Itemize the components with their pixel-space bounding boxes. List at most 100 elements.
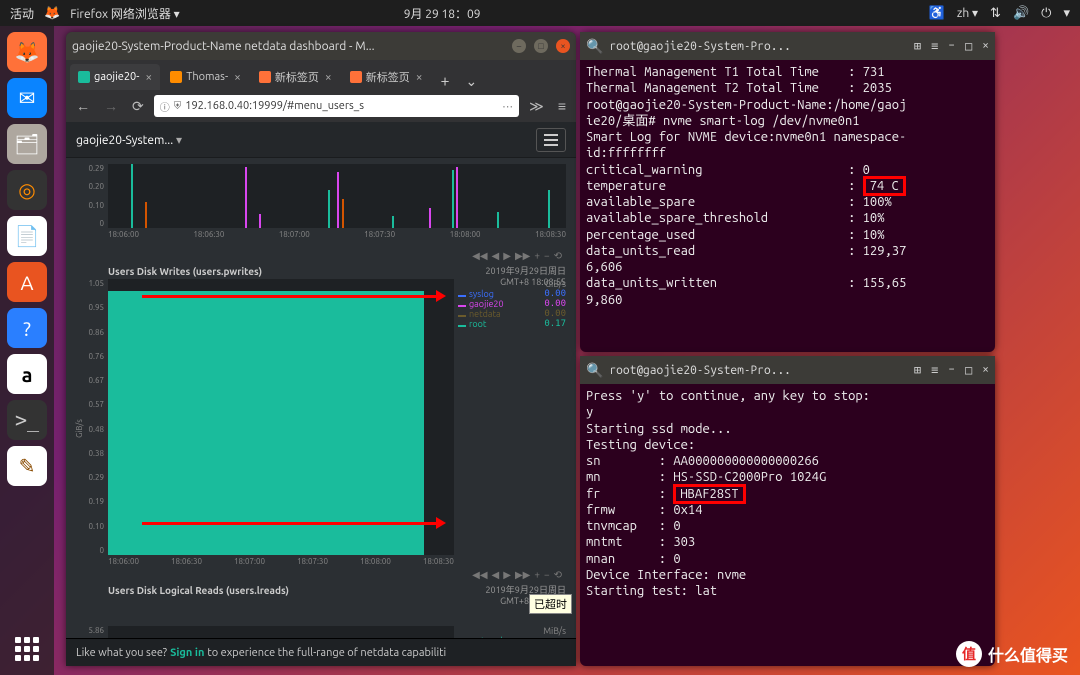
control-reset[interactable]: ⟲ [554,250,562,262]
terminal-line: Device Interface: nvme [586,567,989,583]
plot-area[interactable] [108,279,454,555]
dock-rhythmbox[interactable]: ◎ [7,170,47,210]
spike [497,212,499,228]
menu-icon[interactable]: ≡ [931,363,938,377]
control-ffwd[interactable]: ▶▶ [515,569,530,581]
url-bar[interactable]: ⓘ ⛨ 192.168.0.40:19999/#menu_users_s ⋯ [154,95,519,117]
signin-link[interactable]: Sign in [170,647,204,659]
search-icon[interactable]: 🔍 [586,38,603,55]
plot-area[interactable] [108,626,454,638]
dock-help[interactable]: ? [7,308,47,348]
tab-0[interactable]: gaojie20- × [70,64,160,90]
chart-pwrites[interactable]: GiB/s 1.050.950.860.760.670.570.480.380.… [76,279,566,569]
tab-strip: gaojie20- × Thomas- × 新标签页 × 新标签页 × + ⌄ [66,60,576,90]
firefox-titlebar[interactable]: gaojie20-System-Product-Name netdata das… [66,32,576,60]
search-icon[interactable]: 🔍 [586,362,603,379]
dock-writer[interactable]: 📄 [7,216,47,256]
control-zoomin[interactable]: + [534,569,540,581]
hostname-dropdown[interactable]: gaojie20-System... [76,133,182,147]
control-rewind[interactable]: ◀◀ [472,569,487,581]
tab-2[interactable]: 新标签页 × [251,64,340,90]
control-rewind[interactable]: ◀◀ [472,250,487,262]
close-icon[interactable]: × [145,71,152,84]
terminal-body[interactable]: Press 'y' to continue, any key to stop:y… [580,384,995,666]
terminal-body[interactable]: Thermal Management T1 Total Time : 731Th… [580,60,995,352]
accessibility-icon[interactable]: ♿ [929,6,945,21]
legend-item[interactable]: netdata0.00 [458,309,566,319]
window-minimize[interactable]: – [512,39,526,53]
app-menu-label[interactable]: Firefox 网络浏览器 ▾ [70,5,179,22]
reload-button[interactable]: ⟳ [128,98,148,115]
control-back[interactable]: ◀ [492,250,500,262]
terminal-line: available_spare : 100% [586,194,989,210]
legend-item[interactable]: syslog0.00 [458,289,566,299]
dock-thunderbird[interactable]: ✉ [7,78,47,118]
dock-software[interactable]: A [7,262,47,302]
window-close[interactable]: × [982,363,989,377]
ubuntu-dock: 🦊 ✉ 🗂 ◎ 📄 A ? a >_ ✎ [0,26,54,675]
control-reset[interactable]: ⟲ [554,569,562,581]
dock-firefox[interactable]: 🦊 [7,32,47,72]
plot-area[interactable] [108,164,566,228]
control-fwd[interactable]: ▶ [503,250,511,262]
security-info-icon[interactable]: ⓘ [160,99,170,114]
volume-icon[interactable]: 🔊 [1013,6,1029,21]
terminal-line: Starting ssd mode... [586,421,989,437]
dock-terminal[interactable]: >_ [7,400,47,440]
annotation-arrow-top [142,295,442,298]
menu-toggle[interactable] [536,128,566,152]
back-button[interactable]: ← [72,98,94,114]
mini-chart[interactable]: 0.29 0.20 0.10 0 18:06:00 18:06:30 18:07… [76,164,566,242]
terminal-line: mntmt : 303 [586,534,989,550]
tab-3[interactable]: 新标签页 × [342,64,431,90]
menu-icon[interactable]: ≡ [931,39,938,53]
terminal-titlebar[interactable]: 🔍 root@gaojie20-System-Pro... ⊞ ≡ – □ × [580,356,995,384]
window-maximize[interactable]: □ [965,39,972,53]
terminal-line: ie20/桌面# nvme smart-log /dev/nvme0n1 [586,113,989,129]
control-zoomin[interactable]: + [534,250,540,262]
new-tab-icon[interactable]: ⊞ [914,363,921,377]
window-close[interactable]: × [556,39,570,53]
terminal-line: Testing device: [586,437,989,453]
close-icon[interactable]: × [416,71,423,84]
clock[interactable]: 9月 29 18：09 [404,5,481,22]
dock-amazon[interactable]: a [7,354,47,394]
control-ffwd[interactable]: ▶▶ [515,250,530,262]
show-applications[interactable] [7,629,47,669]
new-tab-icon[interactable]: ⊞ [914,39,921,53]
page-actions-overflow[interactable]: ≫ [525,98,548,115]
network-icon[interactable]: ⇅ [990,6,1001,21]
close-icon[interactable]: × [234,71,241,84]
close-icon[interactable]: × [325,71,332,84]
window-maximize[interactable]: □ [965,363,972,377]
tab-1[interactable]: Thomas- × [162,64,249,90]
legend-item[interactable]: systemd-... [458,636,566,638]
control-back[interactable]: ◀ [492,569,500,581]
legend-item[interactable]: root0.17 [458,319,566,329]
tab-overflow-button[interactable]: ⌄ [460,73,484,90]
control-zoomout[interactable]: − [544,250,550,262]
control-fwd[interactable]: ▶ [503,569,511,581]
system-menu-caret[interactable]: ▾ [1063,6,1070,21]
app-menu-button[interactable]: ≡ [554,98,570,114]
control-zoomout[interactable]: − [544,569,550,581]
window-close[interactable]: × [982,39,989,53]
window-maximize[interactable]: □ [534,39,548,53]
window-minimize[interactable]: – [948,363,955,377]
terminal-line: sn : AA000000000000000266 [586,453,989,469]
activities-button[interactable]: 活动 [10,5,34,22]
chart-lreads[interactable]: 5.86 MiB/s systemd-...systemd-... [76,614,566,638]
dock-notes[interactable]: ✎ [7,446,47,486]
dock-files[interactable]: 🗂 [7,124,47,164]
new-tab-button[interactable]: + [432,72,457,90]
power-icon[interactable]: ⏻ [1041,6,1051,21]
favicon-icon [170,71,182,83]
window-minimize[interactable]: – [948,39,955,53]
terminal-titlebar[interactable]: 🔍 root@gaojie20-System-Pro... ⊞ ≡ – □ × [580,32,995,60]
input-method[interactable]: zh ▾ [957,6,978,20]
terminal-line: Smart Log for NVME device:nvme0n1 namesp… [586,129,989,145]
permission-icon[interactable]: ⛨ [174,100,182,112]
spike [452,170,454,228]
legend-item[interactable]: gaojie200.00 [458,299,566,309]
spike [456,167,458,228]
